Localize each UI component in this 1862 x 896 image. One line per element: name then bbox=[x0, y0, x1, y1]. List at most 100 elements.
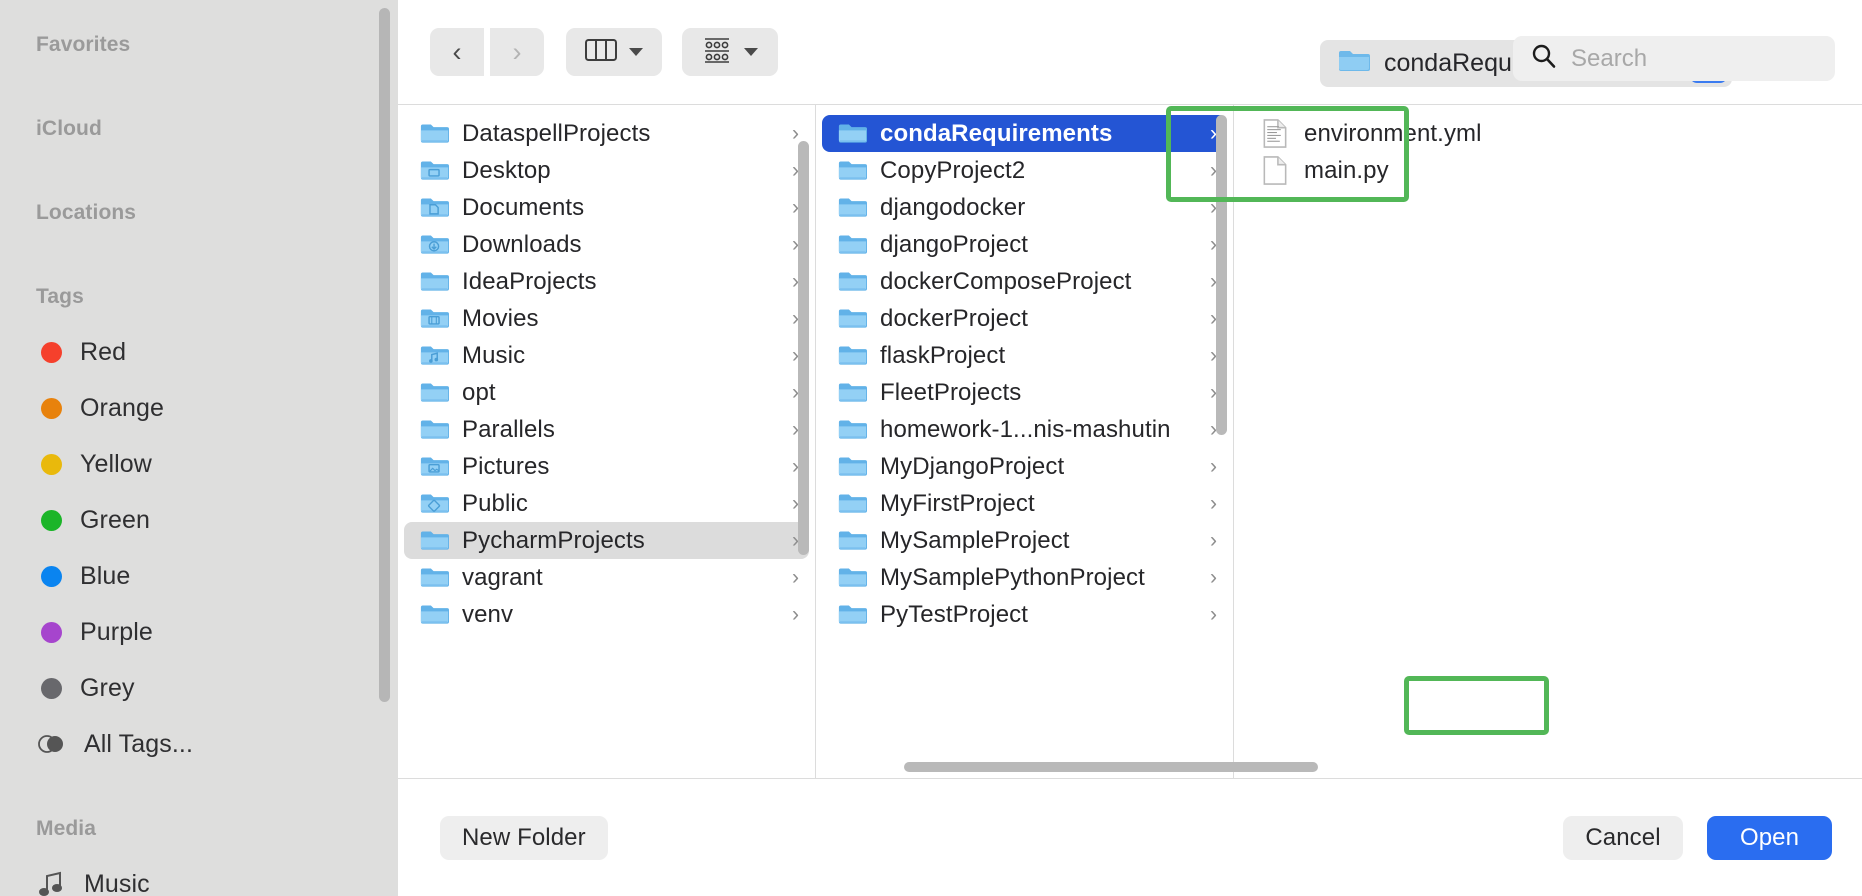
folder-row[interactable]: PyTestProject› bbox=[822, 596, 1227, 633]
disclosure-arrow-icon[interactable]: › bbox=[792, 122, 799, 146]
tag-color-dot-grey bbox=[41, 678, 62, 699]
folder-row[interactable]: vagrant › bbox=[404, 559, 809, 596]
disclosure-arrow-icon[interactable]: › bbox=[1210, 529, 1217, 553]
folder-row[interactable]: CopyProject2› bbox=[822, 152, 1227, 189]
folder-name: PycharmProjects bbox=[462, 527, 779, 555]
folder-icon bbox=[838, 121, 867, 146]
column-2-scrollbar[interactable] bbox=[1216, 115, 1227, 435]
folder-row[interactable]: homework-1...nis-mashutin› bbox=[822, 411, 1227, 448]
file-row[interactable]: main.py bbox=[1240, 152, 1856, 189]
folder-name: opt bbox=[462, 379, 779, 407]
sidebar-item-music[interactable]: Music bbox=[0, 856, 398, 896]
group-by-button[interactable] bbox=[682, 28, 778, 76]
search-field[interactable]: Search bbox=[1513, 36, 1835, 81]
sidebar-tag-label: Grey bbox=[80, 674, 135, 703]
folder-row[interactable]: MySampleProject › bbox=[822, 522, 1227, 559]
sidebar-tag-yellow[interactable]: Yellow bbox=[0, 436, 398, 492]
folder-icon bbox=[420, 602, 449, 627]
folder-name: DataspellProjects bbox=[462, 120, 779, 148]
disclosure-arrow-icon[interactable]: › bbox=[1210, 566, 1217, 590]
horizontal-scrollbar[interactable] bbox=[904, 762, 1318, 772]
open-button[interactable]: Open bbox=[1707, 816, 1832, 860]
folder-name: djangoProject bbox=[880, 231, 1197, 259]
sidebar-tag-purple[interactable]: Purple bbox=[0, 604, 398, 660]
folder-name: Parallels bbox=[462, 416, 779, 444]
folder-name: FleetProjects bbox=[880, 379, 1197, 407]
sidebar-tag-label: Yellow bbox=[80, 450, 152, 479]
new-folder-button[interactable]: New Folder bbox=[440, 816, 608, 860]
folder-row[interactable]: MyDjangoProject› bbox=[822, 448, 1227, 485]
chevron-right-icon: › bbox=[513, 39, 522, 66]
sidebar-tag-label: Orange bbox=[80, 394, 164, 423]
folder-icon bbox=[420, 417, 449, 442]
sidebar-tag-grey[interactable]: Grey bbox=[0, 660, 398, 716]
tag-color-dot-purple bbox=[41, 622, 62, 643]
folder-row[interactable]: Parallels› bbox=[404, 411, 809, 448]
folder-row[interactable]: Movies› bbox=[404, 300, 809, 337]
folder-row[interactable]: condaRequirements› bbox=[822, 115, 1227, 152]
folder-row[interactable]: Music› bbox=[404, 337, 809, 374]
cancel-button[interactable]: Cancel bbox=[1563, 816, 1683, 860]
sidebar-tag-green[interactable]: Green bbox=[0, 492, 398, 548]
folder-name: condaRequirements bbox=[880, 120, 1197, 148]
folder-row[interactable]: DataspellProjects › bbox=[404, 115, 809, 152]
folder-row[interactable]: opt› bbox=[404, 374, 809, 411]
folder-row[interactable]: Public› bbox=[404, 485, 809, 522]
search-icon bbox=[1531, 43, 1557, 74]
folder-row[interactable]: djangoProject› bbox=[822, 226, 1227, 263]
sidebar-item-label: Music bbox=[84, 870, 150, 896]
folder-row[interactable]: dockerComposeProject› bbox=[822, 263, 1227, 300]
disclosure-arrow-icon[interactable]: › bbox=[1210, 492, 1217, 516]
tag-color-dot-green bbox=[41, 510, 62, 531]
view-mode-button[interactable] bbox=[566, 28, 662, 76]
sidebar-tag-label: Blue bbox=[80, 562, 130, 591]
file-row[interactable]: environment.yml bbox=[1240, 115, 1856, 152]
sidebar-scrollbar[interactable] bbox=[379, 8, 390, 702]
forward-button[interactable]: › bbox=[490, 28, 544, 76]
folder-row[interactable]: PycharmProjects› bbox=[404, 522, 809, 559]
column-view-icon bbox=[585, 37, 617, 68]
folder-icon bbox=[838, 454, 867, 479]
folder-name: Documents bbox=[462, 194, 779, 222]
sidebar-tag-red[interactable]: Red bbox=[0, 324, 398, 380]
folder-icon bbox=[838, 158, 867, 183]
folder-row[interactable]: flaskProject› bbox=[822, 337, 1227, 374]
sidebar-tag-orange[interactable]: Orange bbox=[0, 380, 398, 436]
toolbar: ‹ › bbox=[398, 0, 1862, 104]
folder-name: MyFirstProject bbox=[880, 490, 1197, 518]
sidebar-item-all-tags[interactable]: All Tags... bbox=[0, 716, 398, 772]
folder-row[interactable]: Desktop› bbox=[404, 152, 809, 189]
folder-icon bbox=[420, 528, 449, 553]
folder-name: vagrant bbox=[462, 564, 779, 592]
folder-row[interactable]: IdeaProjects› bbox=[404, 263, 809, 300]
folder-row[interactable]: Documents› bbox=[404, 189, 809, 226]
folder-row[interactable]: Downloads› bbox=[404, 226, 809, 263]
folder-row[interactable]: Pictures› bbox=[404, 448, 809, 485]
tag-color-dot-blue bbox=[41, 566, 62, 587]
folder-row[interactable]: MySamplePythonProject› bbox=[822, 559, 1227, 596]
folder-name: MySampleProject bbox=[880, 527, 1197, 555]
folder-name: IdeaProjects bbox=[462, 268, 779, 296]
folder-icon bbox=[838, 491, 867, 516]
folder-row[interactable]: djangodocker› bbox=[822, 189, 1227, 226]
disclosure-arrow-icon[interactable]: › bbox=[792, 566, 799, 590]
folder-row[interactable]: MyFirstProject › bbox=[822, 485, 1227, 522]
folder-row[interactable]: venv› bbox=[404, 596, 809, 633]
folder-icon bbox=[838, 269, 867, 294]
back-button[interactable]: ‹ bbox=[430, 28, 484, 76]
navigation-buttons: ‹ › bbox=[430, 28, 544, 76]
disclosure-arrow-icon[interactable]: › bbox=[1210, 603, 1217, 627]
chevron-left-icon: ‹ bbox=[453, 39, 462, 66]
sidebar-tag-blue[interactable]: Blue bbox=[0, 548, 398, 604]
folder-row[interactable]: FleetProjects› bbox=[822, 374, 1227, 411]
file-name: environment.yml bbox=[1304, 120, 1846, 148]
folder-name: Desktop bbox=[462, 157, 779, 185]
group-by-icon bbox=[702, 36, 732, 69]
column-1-scrollbar[interactable] bbox=[798, 141, 809, 555]
folder-icon bbox=[420, 380, 449, 405]
disclosure-arrow-icon[interactable]: › bbox=[1210, 455, 1217, 479]
disclosure-arrow-icon[interactable]: › bbox=[792, 603, 799, 627]
folder-name: Movies bbox=[462, 305, 779, 333]
folder-row[interactable]: dockerProject› bbox=[822, 300, 1227, 337]
sidebar: Favorites iCloud Locations Tags Red Oran… bbox=[0, 0, 398, 896]
